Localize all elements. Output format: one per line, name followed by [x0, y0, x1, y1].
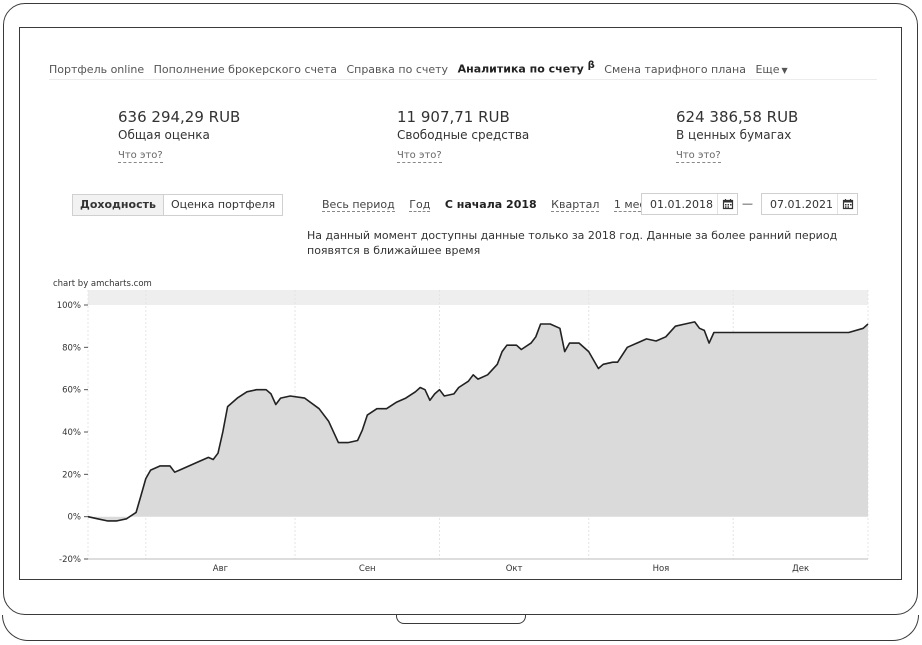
chart-top-band	[88, 290, 868, 305]
date-to-value: 07.01.2021	[770, 198, 833, 211]
view-toggle: Доходность Оценка портфеля	[72, 194, 283, 216]
summary-total-value: 636 294,29 RUB	[118, 108, 241, 126]
nav-item-tariff[interactable]: Смена тарифного плана	[604, 63, 746, 76]
y-axis-tick-label: 20%	[62, 470, 81, 480]
y-axis-tick-label: 100%	[57, 301, 81, 311]
summary-total: 636 294,29 RUB Общая оценка Что это?	[118, 108, 338, 163]
yield-chart: chart by amcharts.com -20% 0% 20% 40% 60% 80%…	[20, 276, 900, 579]
nav-item-portfolio[interactable]: Портфель online	[49, 63, 144, 76]
y-axis-tick-label: -20%	[59, 555, 81, 565]
nav-item-account-info[interactable]: Справка по счету	[346, 63, 448, 76]
date-from-value: 01.01.2018	[650, 198, 713, 211]
date-to-field[interactable]: 07.01.2021	[761, 193, 858, 215]
period-quarter[interactable]: Квартал	[551, 198, 600, 212]
summary-total-help-link[interactable]: Что это?	[118, 150, 163, 163]
beta-badge: β	[587, 60, 595, 71]
period-ytd[interactable]: С начала 2018	[445, 198, 537, 211]
nav-item-analytics-label: Аналитика по счету	[457, 62, 584, 76]
period-year[interactable]: Год	[409, 198, 431, 212]
summary-free-funds: 11 907,71 RUB Свободные средства Что это…	[397, 108, 617, 163]
x-axis-tick-label: Дек	[792, 564, 809, 574]
period-all[interactable]: Весь период	[322, 198, 395, 212]
summary-securities-help-link[interactable]: Что это?	[676, 150, 721, 163]
x-axis-tick-label: Окт	[506, 564, 523, 574]
caret-down-icon: ▼	[781, 65, 788, 75]
toggle-yield-button[interactable]: Доходность	[73, 195, 164, 215]
chart-area-fill	[88, 321, 868, 521]
summary-securities-label: В ценных бумагах	[676, 128, 792, 142]
toggle-valuation-button[interactable]: Оценка портфеля	[164, 195, 282, 215]
app-screen: Портфель online Пополнение брокерского с…	[19, 27, 902, 580]
y-axis-tick-label: 60%	[62, 386, 81, 396]
x-axis-tick-label: Авг	[213, 564, 229, 574]
y-axis-tick-label: 80%	[62, 343, 81, 353]
y-axis-tick-label: 40%	[62, 428, 81, 438]
nav-item-more[interactable]: Еще ▼	[755, 63, 787, 76]
summary-securities-value: 624 386,58 RUB	[676, 108, 799, 126]
top-navigation: Портфель online Пополнение брокерского с…	[49, 60, 877, 80]
nav-more-label: Еще	[755, 62, 780, 76]
summary-total-label: Общая оценка	[118, 128, 210, 142]
summary-securities: 624 386,58 RUB В ценных бумагах Что это?	[676, 108, 896, 163]
calendar-icon[interactable]	[837, 194, 857, 214]
x-axis-tick-label: Сен	[359, 564, 376, 574]
chart-svg: -20% 0% 20% 40% 60% 80% 100% Авг Сен Окт Ноя Дек	[57, 290, 869, 574]
nav-item-deposit[interactable]: Пополнение брокерского счета	[154, 63, 337, 76]
date-range-separator: —	[742, 197, 753, 210]
date-from-field[interactable]: 01.01.2018	[641, 193, 738, 215]
period-selector: Весь период Год С начала 2018 Квартал 1 …	[322, 198, 671, 214]
nav-item-analytics[interactable]: Аналитика по счету β	[458, 60, 595, 76]
y-axis-tick-label: 0%	[68, 513, 82, 523]
laptop-notch	[396, 615, 526, 624]
x-axis-tick-label: Ноя	[653, 564, 670, 574]
summary-free-label: Свободные средства	[397, 128, 530, 142]
chart-credit[interactable]: chart by amcharts.com	[53, 279, 152, 289]
summary-free-value: 11 907,71 RUB	[397, 108, 510, 126]
calendar-icon[interactable]	[717, 194, 737, 214]
summary-free-help-link[interactable]: Что это?	[397, 150, 442, 163]
data-availability-notice: На данный момент доступны данные только …	[307, 229, 838, 257]
